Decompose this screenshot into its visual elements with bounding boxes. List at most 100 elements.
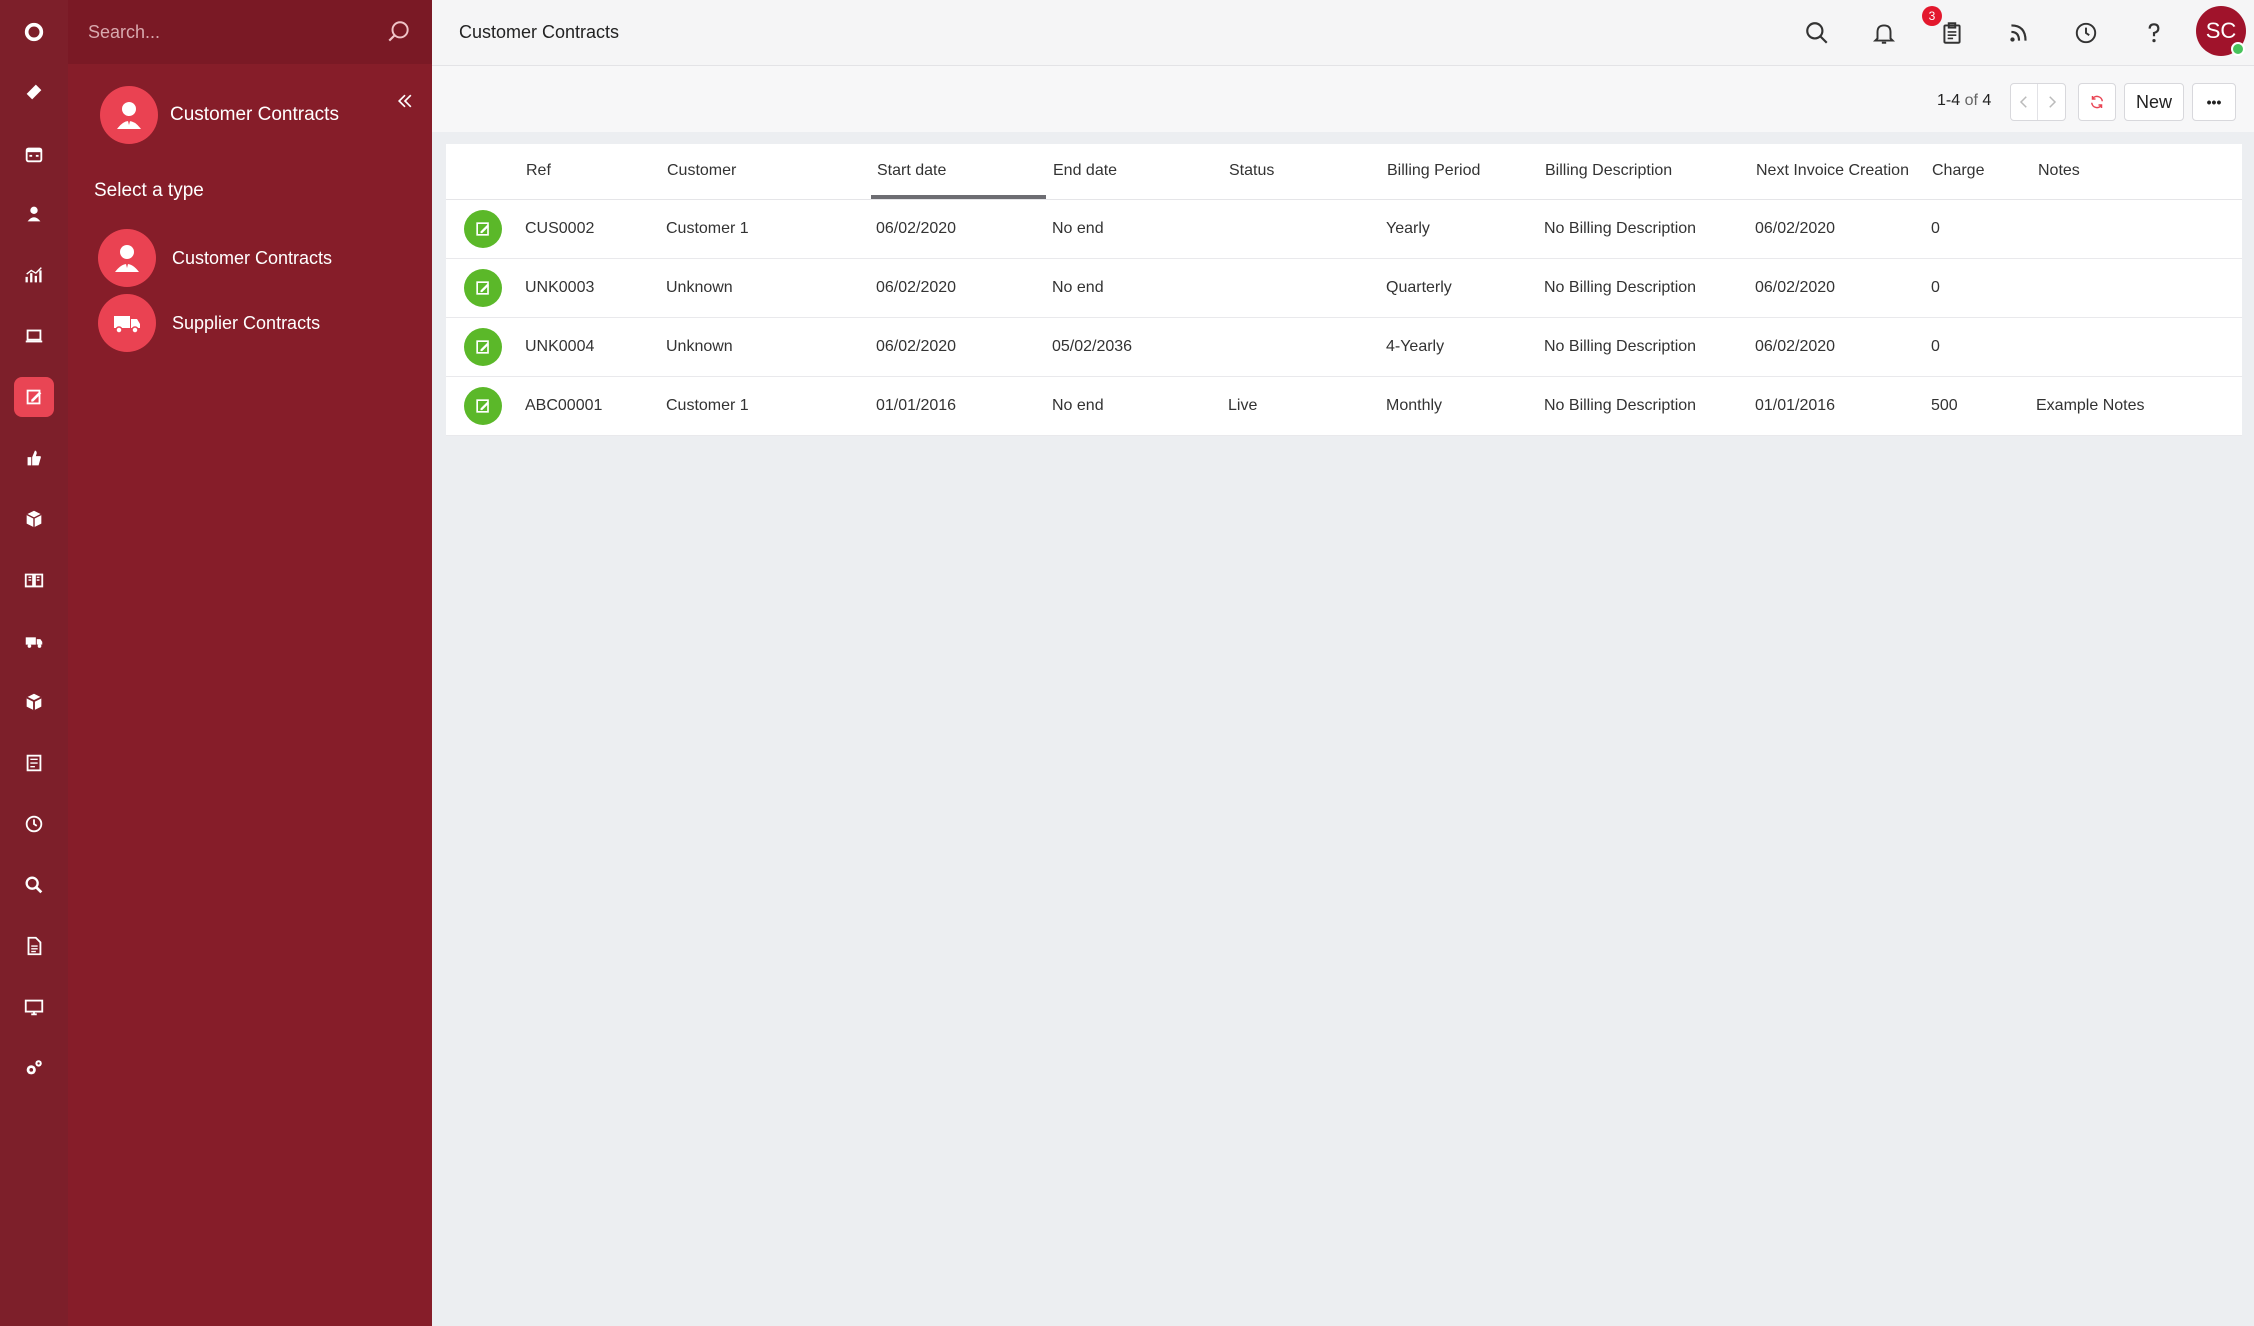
- column-header-billing-description[interactable]: Billing Description: [1545, 162, 1672, 180]
- cell-ref: CUS0002: [525, 220, 595, 237]
- prev-page-button[interactable]: [2011, 84, 2039, 120]
- clock-icon: [2075, 22, 2097, 44]
- panel-title: Customer Contracts: [170, 104, 339, 125]
- top-bar: Customer Contracts: [432, 0, 2254, 66]
- cell-billing-description: No Billing Description: [1544, 397, 1697, 414]
- help-button[interactable]: [2136, 15, 2172, 51]
- feed-button[interactable]: [2001, 15, 2037, 51]
- type-item-label: Customer Contracts: [172, 247, 333, 268]
- truck-icon[interactable]: [14, 621, 54, 661]
- tasks-badge: 3: [1922, 6, 1942, 26]
- column-header-status[interactable]: Status: [1229, 162, 1274, 180]
- collapse-panel-button[interactable]: [390, 86, 420, 116]
- cell-next-invoice: 06/02/2020: [1755, 338, 1836, 355]
- table-row[interactable]: ABC00001 Customer 1 01/01/2016 No end Li…: [446, 377, 2242, 436]
- double-chevron-left-icon: [397, 94, 412, 108]
- cell-next-invoice: 06/02/2020: [1755, 279, 1836, 296]
- panel-header: Customer Contracts: [100, 86, 339, 144]
- gears-icon[interactable]: [14, 1048, 54, 1088]
- column-header-customer[interactable]: Customer: [667, 162, 736, 180]
- refresh-button[interactable]: [2078, 83, 2116, 121]
- cell-charge: 500: [1931, 397, 1958, 414]
- customer-person-icon: [100, 86, 158, 144]
- contract-row-icon: [464, 210, 502, 248]
- column-header-notes[interactable]: Notes: [2038, 162, 2080, 180]
- clock-icon[interactable]: [14, 804, 54, 844]
- panel-search-input[interactable]: [88, 21, 386, 43]
- cell-billing-period: Yearly: [1386, 220, 1430, 237]
- side-panel: Customer Contracts Select a type Custome…: [68, 0, 432, 1326]
- pager-of: of: [1964, 92, 1978, 109]
- logo-ring-icon[interactable]: [14, 12, 54, 52]
- cell-billing-description: No Billing Description: [1544, 220, 1697, 237]
- file-icon[interactable]: [14, 926, 54, 966]
- list-toolbar: 1-4 of 4 New •••: [432, 66, 2254, 132]
- pager-total: 4: [1982, 92, 1992, 109]
- column-header-billing-period[interactable]: Billing Period: [1387, 162, 1480, 180]
- thumbs-up-icon[interactable]: [14, 438, 54, 478]
- table-row[interactable]: CUS0002 Customer 1 06/02/2020 No end Yea…: [446, 200, 2242, 259]
- next-page-button[interactable]: [2038, 84, 2065, 120]
- select-type-label: Select a type: [94, 180, 204, 201]
- more-options-button[interactable]: •••: [2192, 83, 2236, 121]
- cell-customer: Unknown: [666, 338, 733, 355]
- new-button[interactable]: New: [2124, 83, 2184, 121]
- chart-icon[interactable]: [14, 255, 54, 295]
- document-list-icon[interactable]: [14, 743, 54, 783]
- search-icon[interactable]: [14, 865, 54, 905]
- pager-range-start: 1-4: [1937, 92, 1961, 109]
- book-icon[interactable]: [14, 560, 54, 600]
- ticket-icon[interactable]: [14, 72, 54, 112]
- cube-icon[interactable]: [14, 682, 54, 722]
- online-status-dot: [2231, 42, 2245, 56]
- column-header-next-invoice-creation[interactable]: Next Invoice Creation: [1756, 162, 1909, 180]
- refresh-icon: [2091, 95, 2103, 109]
- search-icon: [1806, 22, 1828, 44]
- rss-icon: [2010, 24, 2027, 42]
- type-item-label: Supplier Contracts: [172, 312, 321, 333]
- cell-next-invoice: 01/01/2016: [1755, 397, 1836, 414]
- cell-end-date: No end: [1052, 220, 1104, 237]
- cell-end-date: No end: [1052, 397, 1104, 414]
- cell-end-date: 05/02/2036: [1052, 338, 1133, 355]
- boxes-icon[interactable]: [14, 499, 54, 539]
- notifications-button[interactable]: [1866, 15, 1902, 51]
- chevron-right-icon: [2048, 96, 2056, 108]
- cell-next-invoice: 06/02/2020: [1755, 220, 1836, 237]
- column-header-start-date[interactable]: Start date: [877, 162, 946, 180]
- column-header-ref[interactable]: Ref: [526, 162, 551, 180]
- cell-end-date: No end: [1052, 279, 1104, 296]
- column-header-end-date[interactable]: End date: [1053, 162, 1117, 180]
- cell-customer: Customer 1: [666, 220, 749, 237]
- global-search-button[interactable]: [1799, 15, 1835, 51]
- cell-start-date: 06/02/2020: [876, 279, 957, 296]
- chevron-left-icon: [2019, 96, 2027, 108]
- column-header-charge[interactable]: Charge: [1932, 162, 1984, 180]
- search-icon[interactable]: [386, 19, 412, 45]
- table-row[interactable]: UNK0004 Unknown 06/02/2020 05/02/2036 4-…: [446, 318, 2242, 377]
- contract-row-icon: [464, 387, 502, 425]
- cell-start-date: 06/02/2020: [876, 220, 957, 237]
- cell-billing-period: Monthly: [1386, 397, 1443, 414]
- person-icon[interactable]: [14, 194, 54, 234]
- cell-ref: ABC00001: [525, 397, 603, 414]
- calendar-icon[interactable]: [14, 134, 54, 174]
- icon-rail: [0, 0, 68, 1326]
- cell-ref: UNK0003: [525, 279, 595, 296]
- table-row[interactable]: UNK0003 Unknown 06/02/2020 No end Quarte…: [446, 259, 2242, 318]
- monitor-icon[interactable]: [14, 987, 54, 1027]
- cell-charge: 0: [1931, 338, 1940, 355]
- contracts-table: Ref Customer Start date End date Status …: [446, 144, 2242, 436]
- type-item-supplier-contracts[interactable]: Supplier Contracts: [98, 294, 320, 352]
- cell-status: Live: [1228, 397, 1258, 414]
- laptop-icon[interactable]: [14, 316, 54, 356]
- history-button[interactable]: [2068, 15, 2104, 51]
- pager-range: 1-4 of 4: [1937, 92, 1991, 110]
- cell-start-date: 01/01/2016: [876, 397, 957, 414]
- contract-edit-icon[interactable]: [14, 377, 54, 417]
- type-item-customer-contracts[interactable]: Customer Contracts: [98, 229, 332, 287]
- cell-billing-description: No Billing Description: [1544, 338, 1697, 355]
- cell-billing-period: Quarterly: [1386, 279, 1452, 296]
- customer-person-icon: [98, 229, 156, 287]
- table-header: Ref Customer Start date End date Status …: [446, 144, 2242, 200]
